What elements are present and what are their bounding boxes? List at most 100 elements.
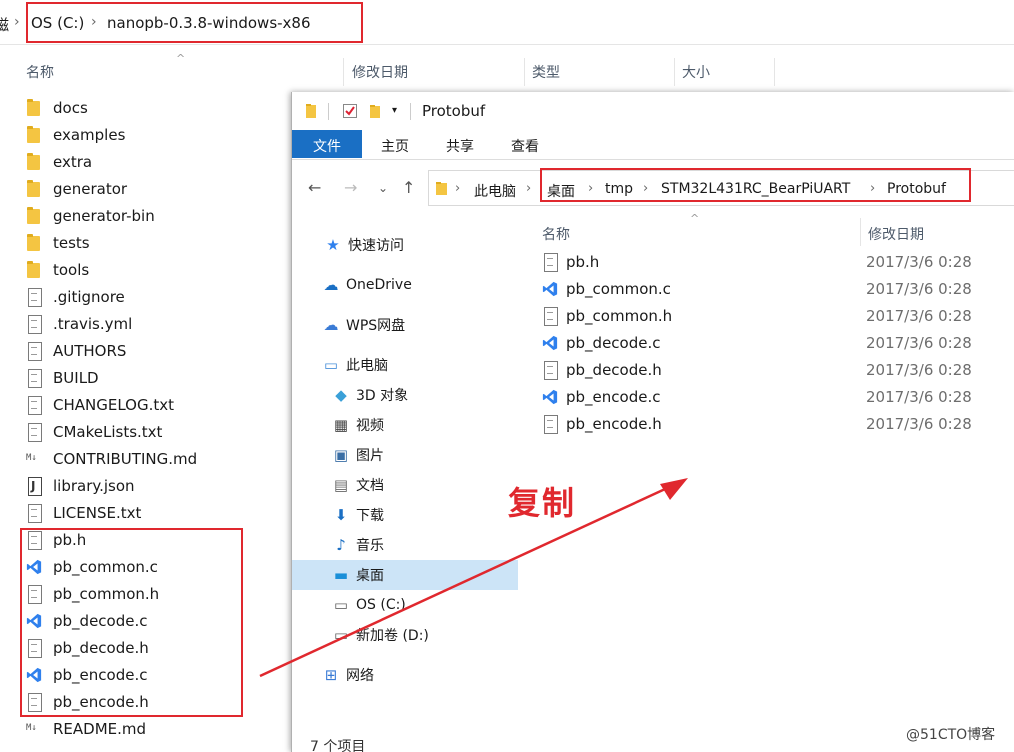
back-arrow-icon[interactable]: ← <box>308 178 321 197</box>
column-divider[interactable] <box>343 58 344 86</box>
list-item[interactable]: tools <box>26 256 296 283</box>
list-item-name: pb.h <box>53 530 87 549</box>
list-item[interactable]: library.json <box>26 472 296 499</box>
list-item[interactable]: tests <box>26 229 296 256</box>
quick-access-dropdown-icon[interactable]: ▾ <box>392 105 408 121</box>
chevron-right-icon[interactable]: › <box>526 181 531 196</box>
list-item[interactable]: pb.h <box>26 526 296 553</box>
tab-view[interactable]: 查看 <box>502 130 548 158</box>
column-modified[interactable]: 修改日期 <box>868 224 924 244</box>
list-item[interactable]: pb_encode.c <box>26 661 296 688</box>
column-divider[interactable] <box>674 58 675 86</box>
column-divider[interactable] <box>774 58 775 86</box>
list-item[interactable]: README.md <box>26 715 296 742</box>
column-size[interactable]: 大小 <box>682 62 710 82</box>
chevron-right-icon[interactable]: › <box>643 181 648 196</box>
sidebar-item[interactable]: ▤ 文档 <box>292 470 518 500</box>
list-item-name: pb_common.h <box>53 584 160 603</box>
folder-icon <box>26 179 42 198</box>
title-bar[interactable]: ▾ Protobuf <box>292 92 1014 130</box>
file-icon <box>26 503 42 523</box>
file-row[interactable]: pb_encode.h 2017/3/6 0:28 <box>542 410 1012 437</box>
breadcrumb-protobuf[interactable]: Protobuf <box>887 181 946 197</box>
sort-up-icon: ^ <box>690 212 700 225</box>
list-item[interactable]: extra <box>26 148 296 175</box>
sort-up-icon: ^ <box>176 52 186 65</box>
list-item-name: AUTHORS <box>53 341 127 360</box>
list-item[interactable]: examples <box>26 121 296 148</box>
sidebar-item[interactable]: ⬇ 下载 <box>292 500 518 530</box>
sidebar-item[interactable]: ▬ 桌面 <box>292 560 518 590</box>
breadcrumb-segment-nanopb[interactable]: nanopb-0.3.8-windows-x86 <box>107 14 311 32</box>
toolbar-divider <box>410 103 411 120</box>
drive-d-icon: ▭ <box>333 626 349 644</box>
sidebar-item[interactable]: ▦ 视频 <box>292 410 518 440</box>
up-arrow-icon[interactable]: ↑ <box>402 178 415 197</box>
file-name: pb_encode.h <box>566 414 662 433</box>
file-row[interactable]: pb_common.c 2017/3/6 0:28 <box>542 275 1012 302</box>
tab-share[interactable]: 共享 <box>437 130 483 158</box>
file-row[interactable]: pb_decode.h 2017/3/6 0:28 <box>542 356 1012 383</box>
column-name[interactable]: 名称 <box>542 224 570 244</box>
sidebar-item[interactable]: ▣ 图片 <box>292 440 518 470</box>
list-item[interactable]: pb_decode.h <box>26 634 296 661</box>
chevron-right-icon[interactable]: › <box>455 181 460 196</box>
sidebar-item[interactable]: ♪ 音乐 <box>292 530 518 560</box>
window-title: Protobuf <box>422 102 486 120</box>
recent-locations-chevron-icon[interactable]: ⌄ <box>378 181 388 195</box>
file-row[interactable]: pb_decode.c 2017/3/6 0:28 <box>542 329 1012 356</box>
new-folder-icon[interactable] <box>368 103 384 119</box>
column-divider[interactable] <box>524 58 525 86</box>
column-modified[interactable]: 修改日期 <box>352 62 408 82</box>
file-row[interactable]: pb.h 2017/3/6 0:28 <box>542 248 1012 275</box>
file-row[interactable]: pb_common.h 2017/3/6 0:28 <box>542 302 1012 329</box>
tab-home[interactable]: 主页 <box>372 130 418 158</box>
breadcrumb-segment-os-c[interactable]: OS (C:) <box>31 14 84 32</box>
list-item[interactable]: .travis.yml <box>26 310 296 337</box>
list-item[interactable]: docs <box>26 94 296 121</box>
file-icon <box>542 306 558 326</box>
list-item[interactable]: CONTRIBUTING.md <box>26 445 296 472</box>
list-item[interactable]: AUTHORS <box>26 337 296 364</box>
breadcrumb-this-pc[interactable]: 此电脑 <box>474 181 516 201</box>
list-item[interactable]: BUILD <box>26 364 296 391</box>
sidebar-item[interactable]: ▭ 此电脑 <box>292 350 518 380</box>
column-type[interactable]: 类型 <box>532 62 560 82</box>
file-row[interactable]: pb_encode.c 2017/3/6 0:28 <box>542 383 1012 410</box>
list-item-name: pb_common.c <box>53 557 158 576</box>
sidebar-item[interactable]: ☁ WPS网盘 <box>292 310 518 340</box>
list-item-name: CMakeLists.txt <box>53 422 163 441</box>
tab-file[interactable]: 文件 <box>292 130 362 158</box>
sidebar-item[interactable]: ★ 快速访问 <box>292 230 518 260</box>
vscode-icon <box>542 334 558 352</box>
properties-check-icon[interactable] <box>342 103 358 119</box>
breadcrumb-segment-cut[interactable]: 磁 <box>0 14 9 35</box>
background-address-bar[interactable]: 磁 › OS (C:) › nanopb-0.3.8-windows-x86 <box>0 0 1014 45</box>
breadcrumb-desktop[interactable]: 桌面 <box>547 181 575 201</box>
chevron-right-icon[interactable]: › <box>870 181 875 196</box>
list-item[interactable]: pb_common.h <box>26 580 296 607</box>
list-item[interactable]: pb_decode.c <box>26 607 296 634</box>
address-bar[interactable]: › 此电脑 › 桌面 › tmp › STM32L431RC_BearPiUAR… <box>428 170 1014 206</box>
sidebar-item[interactable]: ☁ OneDrive <box>292 270 518 300</box>
foreground-explorer-window[interactable]: ▾ Protobuf 文件 主页 共享 查看 ← → ⌄ ↑ › 此电脑 › 桌… <box>291 92 1014 752</box>
list-item[interactable]: LICENSE.txt <box>26 499 296 526</box>
sidebar-item[interactable]: ⊞ 网络 <box>292 660 518 690</box>
list-item[interactable]: .gitignore <box>26 283 296 310</box>
sidebar-item[interactable]: ◆ 3D 对象 <box>292 380 518 410</box>
file-icon <box>26 368 42 388</box>
breadcrumb-project[interactable]: STM32L431RC_BearPiUART <box>661 181 850 197</box>
list-item[interactable]: generator-bin <box>26 202 296 229</box>
list-item[interactable]: pb_encode.h <box>26 688 296 715</box>
column-name[interactable]: 名称 <box>26 62 54 82</box>
list-item[interactable]: pb_common.c <box>26 553 296 580</box>
sidebar-item[interactable]: ▭ OS (C:) <box>292 590 518 620</box>
chevron-right-icon[interactable]: › <box>588 181 593 196</box>
breadcrumb-tmp[interactable]: tmp <box>605 181 633 197</box>
column-divider[interactable] <box>860 218 861 246</box>
list-item[interactable]: CMakeLists.txt <box>26 418 296 445</box>
forward-arrow-icon[interactable]: → <box>344 178 357 197</box>
list-item[interactable]: generator <box>26 175 296 202</box>
sidebar-item[interactable]: ▭ 新加卷 (D:) <box>292 620 518 650</box>
list-item[interactable]: CHANGELOG.txt <box>26 391 296 418</box>
